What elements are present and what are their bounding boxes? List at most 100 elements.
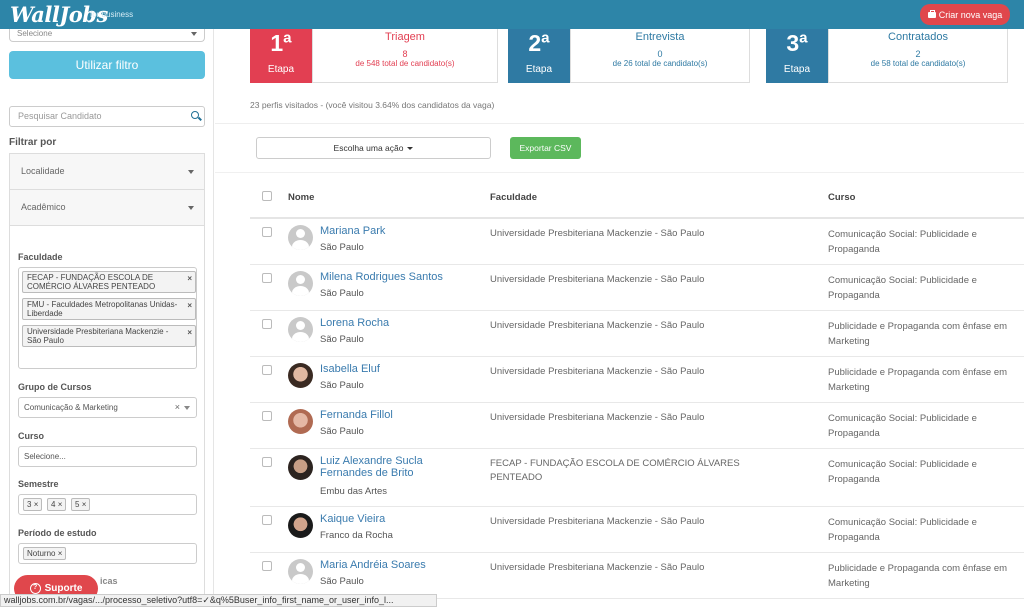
candidate-faculdade: Universidade Presbiteriana Mackenzie - S… [490,366,705,377]
periodo-label: Período de estudo [18,528,97,538]
stage-card-3[interactable]: 3ª Etapa Contratados 2 de 58 total de ca… [766,29,1008,83]
action-select[interactable]: Escolha uma ação [256,137,491,159]
accordion-academic[interactable]: Acadêmico [9,189,205,226]
faculdade-chip: FECAP - FUNDAÇÃO ESCOLA DE COMÉRCIO ÁLVA… [22,271,196,293]
candidate-name-link[interactable]: Luiz Alexandre Sucla Fernandes de Brito [320,455,460,479]
semestre-chip-label: 5 [75,500,80,509]
candidate-curso: Publicidade e Propaganda com ênfase em M… [828,367,1008,393]
avatar [288,455,313,480]
row-checkbox[interactable] [262,365,272,375]
row-checkbox[interactable] [262,227,272,237]
table-row[interactable]: Maria Andréia Soares São Paulo Universidad… [250,553,1024,599]
remove-chip-icon[interactable]: × [187,301,192,310]
candidate-city: São Paulo [320,334,364,345]
candidate-city: Embu das Artes [320,486,388,497]
remove-chip-icon[interactable]: × [82,500,87,509]
row-checkbox[interactable] [262,515,272,525]
create-job-button[interactable]: Criar nova vaga [920,4,1010,25]
column-header-nome[interactable]: Nome [288,192,314,203]
main-content: 1ª Etapa Triagem 8 de 548 total de candi… [215,29,1024,607]
candidate-name-link[interactable]: Fernanda Fillol [320,409,460,421]
candidate-search-input[interactable]: Pesquisar Candidato [9,106,205,127]
remove-chip-icon[interactable]: × [187,274,192,283]
avatar [288,363,313,388]
export-csv-button[interactable]: Exportar CSV [510,137,581,159]
candidate-name-link[interactable]: Lorena Rocha [320,317,460,329]
row-checkbox[interactable] [262,411,272,421]
search-icon[interactable] [191,111,199,119]
periodo-chip-label: Noturno [27,549,56,558]
avatar [288,271,313,296]
accordion-location[interactable]: Localidade [9,153,205,190]
candidate-name-link[interactable]: Maria Andréia Soares [320,559,460,571]
stage-card-2[interactable]: 2ª Etapa Entrevista 0 de 26 total de can… [508,29,750,83]
table-row[interactable]: Kaique Vieira Franco da Rocha Universidade… [250,507,1024,553]
stage-number: 1ª [270,30,292,56]
table-row[interactable]: Lorena Rocha São Paulo Universidade Presbi… [250,311,1024,357]
candidate-curso: Publicidade e Propaganda com ênfase em M… [828,563,1008,589]
row-checkbox[interactable] [262,319,272,329]
candidate-curso: Comunicação Social: Publicidade e Propag… [828,275,977,301]
row-checkbox[interactable] [262,273,272,283]
semestre-chip: 4 × [47,498,67,511]
candidate-city: São Paulo [320,426,364,437]
browser-status-bar: walljobs.com.br/vagas/.../processo_selet… [0,594,437,607]
stage-info: Contratados 2 de 58 total de candidato(s… [828,29,1008,83]
candidate-faculdade: Universidade Presbiteriana Mackenzie - S… [490,516,705,527]
remove-chip-icon[interactable]: × [58,549,63,558]
stage-number-block: 2ª Etapa [508,29,570,83]
column-header-curso[interactable]: Curso [828,192,855,203]
stage-title: Triagem [385,31,425,43]
stage-number: 2ª [528,30,550,56]
semestre-chip: 3 × [23,498,43,511]
candidate-faculdade: Universidade Presbiteriana Mackenzie - S… [490,228,705,239]
create-job-label: Criar nova vaga [938,9,1003,20]
candidate-name-link[interactable]: Milena Rodrigues Santos [320,271,460,283]
stage-count: 0 [657,49,663,59]
stage-total: de 548 total de candidato(s) [355,59,455,68]
row-checkbox[interactable] [262,561,272,571]
stage-total: de 58 total de candidato(s) [870,59,966,68]
apply-filter-button[interactable]: Utilizar filtro [9,51,205,79]
stage-etapa-label: Etapa [783,64,811,75]
table-row[interactable]: Milena Rodrigues Santos São Paulo Universi… [250,265,1024,311]
remove-chip-icon[interactable]: × [34,500,39,509]
table-header: Nome Faculdade Curso [250,185,1024,219]
remove-chip-icon[interactable]: × [187,328,192,337]
caret-down-icon [407,147,414,151]
periodo-chip: Noturno × [23,547,67,560]
periodo-multiselect[interactable]: Noturno × [18,543,197,564]
clear-icon[interactable]: × [175,402,180,412]
stage-count: 8 [402,49,408,59]
select-all-checkbox[interactable] [262,191,272,201]
faculdade-multiselect[interactable]: FECAP - FUNDAÇÃO ESCOLA DE COMÉRCIO ÁLVA… [18,267,197,369]
candidate-city: São Paulo [320,242,364,253]
table-row[interactable]: Mariana Park São Paulo Universidade Presbi… [250,219,1024,265]
candidate-curso: Comunicação Social: Publicidade e Propag… [828,413,977,439]
grupo-cursos-select[interactable]: Comunicação & Marketing × [18,397,197,418]
stage-card-1[interactable]: 1ª Etapa Triagem 8 de 548 total de candi… [250,29,498,83]
visits-summary: 23 perfis visitados - (você visitou 3.64… [250,100,495,110]
table-row[interactable]: Luiz Alexandre Sucla Fernandes de Brito E… [250,449,1024,507]
candidate-curso: Comunicação Social: Publicidade e Propag… [828,459,977,485]
top-navbar: WallJobs for business Criar nova vaga [0,0,1024,29]
semestre-multiselect[interactable]: 3 × 4 × 5 × [18,494,197,515]
table-row[interactable]: Isabella Eluf São Paulo Universidade Presb… [250,357,1024,403]
table-row[interactable]: Fernanda Fillol São Paulo Universidade Pre… [250,403,1024,449]
divider [215,123,1024,124]
candidate-name-link[interactable]: Mariana Park [320,225,460,237]
candidate-faculdade: Universidade Presbiteriana Mackenzie - S… [490,412,705,423]
chevron-down-icon [184,406,190,410]
curso-select[interactable]: Selecione... [18,446,197,467]
candidate-name-link[interactable]: Isabella Eluf [320,363,460,375]
candidate-faculdade: Universidade Presbiteriana Mackenzie - S… [490,320,705,331]
remove-chip-icon[interactable]: × [58,500,63,509]
candidate-faculdade: Universidade Presbiteriana Mackenzie - S… [490,274,705,285]
action-select-label: Escolha uma ação [333,143,404,153]
candidate-city: São Paulo [320,288,364,299]
column-header-faculdade[interactable]: Faculdade [490,192,537,203]
top-select[interactable]: Selecione [9,29,205,42]
avatar [288,225,313,250]
candidate-name-link[interactable]: Kaique Vieira [320,513,460,525]
row-checkbox[interactable] [262,457,272,467]
